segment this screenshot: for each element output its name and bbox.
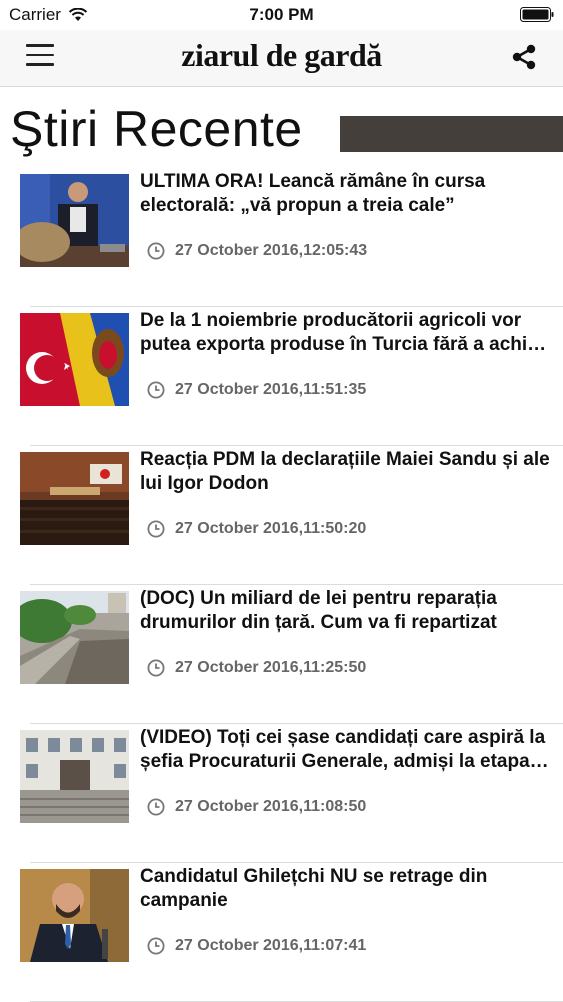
news-item[interactable]: De la 1 noiembrie producătorii agricoli …: [0, 307, 563, 446]
news-item[interactable]: Reacția PDM la declarațiile Maiei Sandu …: [0, 446, 563, 585]
news-list: ULTIMA ORA! Leancă rămâne în cursa elect…: [0, 168, 563, 1002]
news-date: 27 October 2016,11:51:35: [175, 381, 367, 398]
news-headline: ULTIMA ORA! Leancă rămâne în cursa elect…: [140, 171, 486, 216]
news-date: 27 October 2016,12:05:43: [175, 242, 368, 259]
news-headline: (VIDEO) Toți cei șase candidați care asp…: [140, 727, 549, 772]
news-meta: 27 October 2016,11:50:20: [147, 520, 366, 538]
news-meta: 27 October 2016,12:05:43: [147, 242, 367, 260]
news-item[interactable]: (VIDEO) Toți cei șase candidați care asp…: [0, 724, 563, 863]
news-item[interactable]: Candidatul Ghilețchi NU se retrage din c…: [0, 863, 563, 1002]
clock-icon: [147, 381, 165, 399]
news-thumbnail: [20, 591, 129, 684]
news-meta: 27 October 2016,11:25:50: [147, 659, 366, 677]
news-thumbnail: [20, 730, 129, 823]
clock-icon: [147, 798, 165, 816]
nav-bar: ziarul de gardă: [0, 30, 563, 87]
clock-icon: [147, 659, 165, 677]
status-bar: Carrier 7:00 PM: [0, 0, 563, 30]
news-meta: 27 October 2016,11:07:41: [147, 937, 366, 955]
news-date: 27 October 2016,11:07:41: [175, 937, 367, 954]
battery-icon: [520, 7, 554, 22]
news-thumbnail: [20, 452, 129, 545]
news-meta: 27 October 2016,11:08:50: [147, 798, 366, 816]
page-title: Ştiri Recente: [10, 101, 303, 157]
share-icon[interactable]: [509, 42, 539, 72]
news-date: 27 October 2016,11:25:50: [175, 659, 367, 676]
news-headline: Reacția PDM la declarațiile Maiei Sandu …: [140, 449, 550, 494]
title-decoration-bar: [340, 116, 563, 152]
news-meta: 27 October 2016,11:51:35: [147, 381, 366, 399]
news-thumbnail: [20, 869, 129, 962]
news-headline: (DOC) Un miliard de lei pentru reparația…: [140, 588, 497, 633]
clock-icon: [147, 520, 165, 538]
news-date: 27 October 2016,11:50:20: [175, 520, 367, 537]
app-logo: ziarul de gardă: [181, 37, 382, 73]
news-headline: Candidatul Ghilețchi NU se retrage din c…: [140, 866, 488, 911]
news-headline: De la 1 noiembrie producătorii agricoli …: [140, 310, 547, 355]
status-time: 7:00 PM: [249, 5, 314, 24]
clock-icon: [147, 937, 165, 955]
news-item[interactable]: (DOC) Un miliard de lei pentru reparația…: [0, 585, 563, 724]
news-thumbnail: [20, 174, 129, 267]
news-thumbnail: [20, 313, 129, 406]
news-item[interactable]: ULTIMA ORA! Leancă rămâne în cursa elect…: [0, 168, 563, 307]
clock-icon: [147, 242, 165, 260]
news-date: 27 October 2016,11:08:50: [175, 798, 367, 815]
